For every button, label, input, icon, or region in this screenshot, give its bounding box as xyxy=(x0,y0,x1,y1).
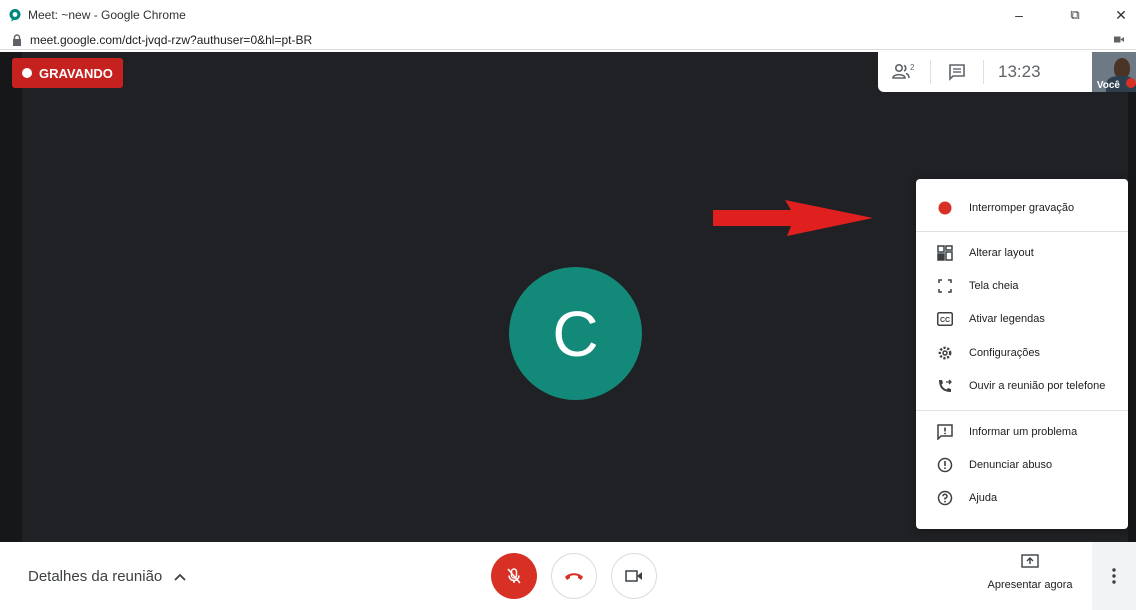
minimize-button[interactable]: – xyxy=(996,0,1042,30)
url-text[interactable]: meet.google.com/dct-jvqd-rzw?authuser=0&… xyxy=(30,33,312,47)
menu-item-report-problem[interactable]: Informar um problema xyxy=(916,418,1128,446)
menu-divider xyxy=(916,231,1128,232)
video-camera-icon xyxy=(625,570,642,582)
settings-gear-icon xyxy=(936,344,954,362)
present-now-button[interactable]: Apresentar agora xyxy=(980,554,1080,591)
menu-item-captions[interactable]: CC Ativar legendas xyxy=(916,305,1128,333)
present-now-label: Apresentar agora xyxy=(987,579,1073,591)
stage-right-edge xyxy=(1128,52,1136,542)
mic-off-icon xyxy=(507,568,521,584)
fullscreen-icon xyxy=(936,277,954,295)
divider xyxy=(983,60,984,84)
report-icon xyxy=(936,456,954,474)
menu-item-help[interactable]: Ajuda xyxy=(916,484,1128,512)
menu-item-phone-audio[interactable]: Ouvir a reunião por telefone xyxy=(916,372,1128,400)
feedback-icon xyxy=(936,423,954,441)
chat-icon xyxy=(949,64,965,81)
present-screen-icon xyxy=(1021,554,1039,568)
participants-button[interactable]: 2 xyxy=(878,52,930,92)
participant-initial: C xyxy=(552,297,599,370)
menu-item-fullscreen[interactable]: Tela cheia xyxy=(916,272,1128,300)
browser-titlebar: Meet: ~new - Google Chrome – ⧉ ✕ xyxy=(0,0,1136,30)
chat-button[interactable] xyxy=(931,52,983,92)
menu-item-settings[interactable]: Configurações xyxy=(916,339,1128,367)
participant-avatar: C xyxy=(509,267,642,400)
bottom-control-bar: Detalhes da reunião Apresentar agora xyxy=(0,542,1136,610)
menu-item-label: Informar um problema xyxy=(969,426,1078,438)
top-right-panel: 2 13:23 xyxy=(878,52,1092,92)
mic-muted-indicator-icon xyxy=(1126,78,1136,88)
menu-item-label: Tela cheia xyxy=(969,280,1019,292)
chevron-up-icon xyxy=(174,573,186,581)
participants-count: 2 xyxy=(910,63,915,72)
help-icon xyxy=(936,489,954,507)
menu-item-label: Alterar layout xyxy=(969,247,1034,259)
closed-captions-icon: CC xyxy=(936,310,954,328)
close-window-button[interactable]: ✕ xyxy=(1098,0,1136,30)
camera-toggle-button[interactable] xyxy=(611,553,657,599)
svg-text:CC: CC xyxy=(940,317,950,324)
menu-divider xyxy=(916,410,1128,411)
meet-logo-icon xyxy=(9,9,21,22)
recording-dot-icon xyxy=(22,68,32,78)
microphone-toggle-button[interactable] xyxy=(491,553,537,599)
recording-label: GRAVANDO xyxy=(39,65,113,81)
self-video-face xyxy=(1114,58,1130,78)
vertical-dots-icon xyxy=(1112,568,1116,584)
meeting-clock: 13:23 xyxy=(998,62,1041,81)
leave-call-button[interactable] xyxy=(551,553,597,599)
menu-item-report-abuse[interactable]: Denunciar abuso xyxy=(916,451,1128,479)
red-arrow-annotation xyxy=(713,200,873,236)
menu-item-label: Ajuda xyxy=(969,492,998,504)
people-icon: 2 xyxy=(892,63,915,79)
menu-item-stop-recording[interactable]: Interromper gravação xyxy=(916,194,1128,222)
menu-item-change-layout[interactable]: Alterar layout xyxy=(916,239,1128,267)
record-dot-icon xyxy=(936,199,954,217)
camera-in-use-icon[interactable] xyxy=(1114,35,1124,44)
layout-icon xyxy=(936,244,954,262)
phone-forward-icon xyxy=(936,377,954,395)
hang-up-icon xyxy=(565,573,583,580)
recording-badge: GRAVANDO xyxy=(12,58,123,88)
menu-item-label: Denunciar abuso xyxy=(969,459,1053,471)
restore-button[interactable]: ⧉ xyxy=(1052,0,1098,30)
self-label: Você xyxy=(1096,80,1120,91)
menu-item-label: Ouvir a reunião por telefone xyxy=(969,380,1106,392)
lock-icon xyxy=(13,33,21,46)
window-title: Meet: ~new - Google Chrome xyxy=(28,8,186,22)
meeting-details-label: Detalhes da reunião xyxy=(28,568,163,585)
menu-item-label: Configurações xyxy=(969,347,1040,359)
address-bar[interactable]: meet.google.com/dct-jvqd-rzw?authuser=0&… xyxy=(0,30,1136,50)
menu-item-label: Interromper gravação xyxy=(969,202,1075,214)
stage-left-edge xyxy=(0,52,22,542)
more-options-menu: Interromper gravação Alterar layout Tela… xyxy=(916,179,1128,529)
more-options-button[interactable] xyxy=(1092,542,1136,610)
menu-item-label: Ativar legendas xyxy=(969,313,1045,325)
meeting-details-button[interactable]: Detalhes da reunião xyxy=(28,568,186,585)
